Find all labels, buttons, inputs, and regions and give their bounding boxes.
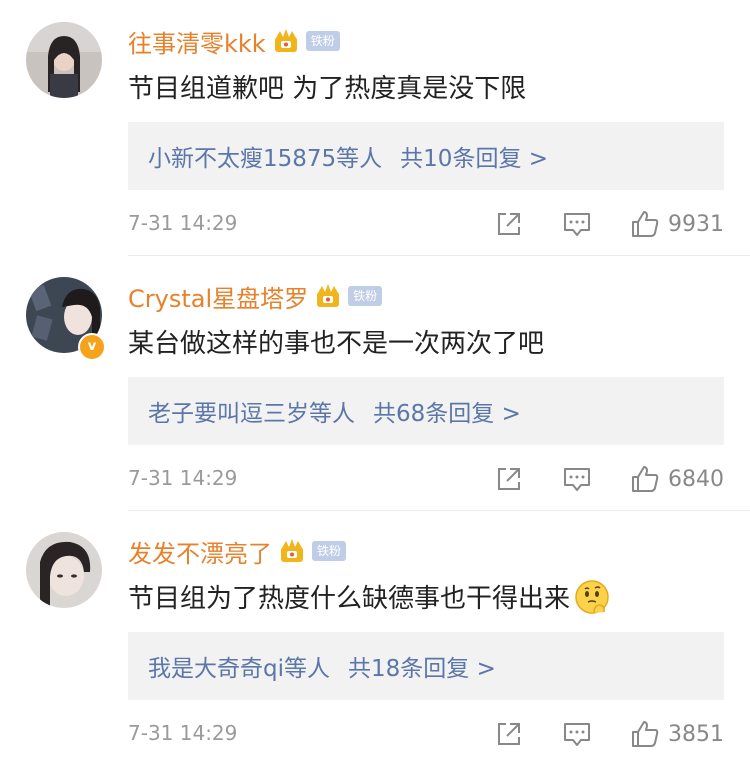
comment-icon[interactable] xyxy=(562,209,592,239)
actions: 3851 xyxy=(494,718,724,750)
comment-footer: 7-31 14:29 6840 xyxy=(128,463,724,495)
like-button[interactable]: 9931 xyxy=(630,209,724,239)
name-row: Crystal星盘塔罗 铁粉 xyxy=(128,279,383,314)
crown-icon xyxy=(281,539,303,562)
comment-footer: 7-31 14:29 9931 xyxy=(128,208,724,240)
like-count: 6840 xyxy=(668,466,724,492)
reply-suffix: 等人 xyxy=(284,656,330,682)
reply-count[interactable]: 共10条回复 > xyxy=(400,139,548,173)
comment-item: v Crystal星盘塔罗 铁粉 某台做这样的事也不是一次两次了吧 老子要叫逗三… xyxy=(0,255,750,510)
reply-count[interactable]: 共68条回复 > xyxy=(373,394,521,428)
name-row: 往事清零kkk 铁粉 xyxy=(128,24,340,58)
replies-preview[interactable]: 我是大奇奇qi 等人 共18条回复 > xyxy=(128,632,724,700)
replies-preview[interactable]: 老子要叫逗三岁 等人 共68条回复 > xyxy=(128,377,724,445)
timestamp: 7-31 14:29 xyxy=(128,466,238,490)
replies-preview[interactable]: 小新不太瘦15875 等人 共10条回复 > xyxy=(128,122,724,190)
reply-suffix: 等人 xyxy=(336,146,383,172)
like-count: 9931 xyxy=(668,211,724,237)
timestamp: 7-31 14:29 xyxy=(128,721,238,745)
like-button[interactable]: 6840 xyxy=(630,464,724,494)
actions: 9931 xyxy=(494,208,724,240)
fan-badge: 铁粉 xyxy=(348,286,383,306)
comment-icon[interactable] xyxy=(562,464,592,494)
share-icon[interactable] xyxy=(494,719,524,749)
fan-badge: 铁粉 xyxy=(305,31,340,51)
reply-username[interactable]: 老子要叫逗三岁 xyxy=(148,394,309,428)
comment-text: 节目组道歉吧 为了热度真是没下限 xyxy=(128,68,526,105)
timestamp: 7-31 14:29 xyxy=(128,211,238,235)
thumbs-up-icon xyxy=(632,211,659,237)
fan-badge: 铁粉 xyxy=(312,541,347,561)
crown-icon xyxy=(317,284,340,307)
comment-item: 发发不漂亮了 铁粉 节目组为了热度什么缺德事也干得出来 我是大奇奇qi 等人 共… xyxy=(0,510,750,765)
username[interactable]: Crystal星盘塔罗 xyxy=(128,279,308,314)
like-button[interactable]: 3851 xyxy=(630,719,724,749)
reply-count[interactable]: 共18条回复 > xyxy=(348,649,496,683)
comment-item: 往事清零kkk 铁粉 节目组道歉吧 为了热度真是没下限 小新不太瘦15875 等… xyxy=(0,0,750,255)
crown-icon xyxy=(274,29,297,52)
divider xyxy=(128,255,750,256)
share-icon[interactable] xyxy=(494,464,524,494)
reply-username[interactable]: 小新不太瘦15875 xyxy=(148,139,336,173)
verified-badge: v xyxy=(78,333,106,361)
username[interactable]: 往事清零kkk xyxy=(128,24,266,59)
actions: 6840 xyxy=(494,463,724,495)
comment-footer: 7-31 14:29 3851 xyxy=(128,718,724,750)
avatar[interactable] xyxy=(26,22,102,98)
comment-text: 某台做这样的事也不是一次两次了吧 xyxy=(128,323,544,360)
comment-text-content: 节目组为了热度什么缺德事也干得出来 xyxy=(128,584,571,614)
comment-text: 节目组为了热度什么缺德事也干得出来 xyxy=(128,578,610,615)
username[interactable]: 发发不漂亮了 xyxy=(128,534,272,569)
divider xyxy=(128,510,750,511)
thumbs-up-icon xyxy=(632,721,659,747)
reply-suffix: 等人 xyxy=(309,401,355,427)
thumbs-up-icon xyxy=(632,466,659,492)
thinking-face-emoji-icon xyxy=(575,579,609,614)
avatar[interactable] xyxy=(26,532,102,608)
comment-text-content: 节目组道歉吧 为了热度真是没下限 xyxy=(128,74,527,104)
reply-username[interactable]: 我是大奇奇qi xyxy=(148,649,284,683)
share-icon[interactable] xyxy=(494,209,524,239)
name-row: 发发不漂亮了 铁粉 xyxy=(128,534,347,569)
comment-text-content: 某台做这样的事也不是一次两次了吧 xyxy=(128,329,545,359)
comment-icon[interactable] xyxy=(562,719,592,749)
like-count: 3851 xyxy=(668,721,724,747)
